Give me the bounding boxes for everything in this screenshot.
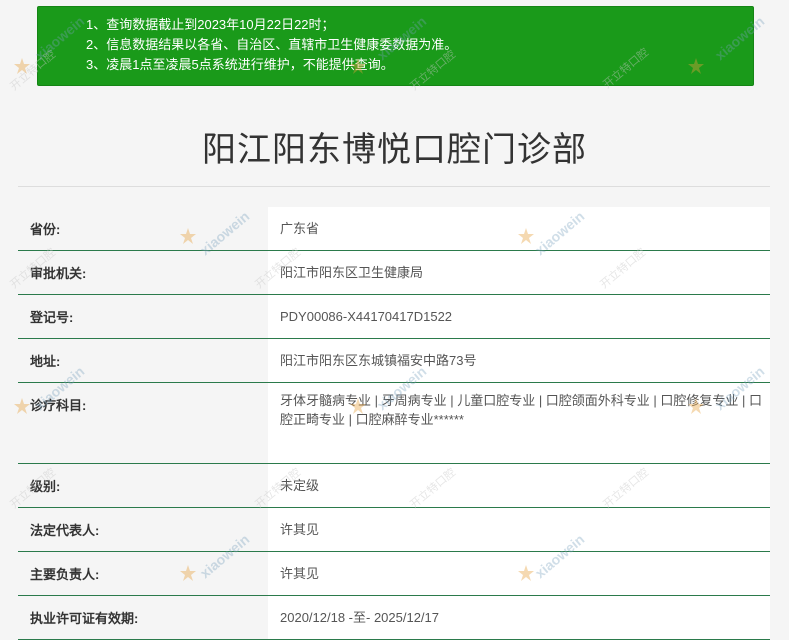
row-value-principal: 许其见 (268, 551, 770, 596)
row-value-legal-rep: 许其见 (268, 507, 770, 552)
table-row: 级别: 未定级 (18, 463, 770, 508)
notice-line: 2、信息数据结果以各省、自治区、直辖市卫生健康委数据为准。 (86, 37, 458, 52)
notice-line: 1、查询数据截止到2023年10月22日22时； (86, 17, 335, 32)
table-row: 法定代表人: 许其见 (18, 507, 770, 552)
row-value-address: 阳江市阳东区东城镇福安中路73号 (268, 338, 770, 383)
row-value-departments: 牙体牙髓病专业 | 牙周病专业 | 儿童口腔专业 | 口腔颌面外科专业 | 口腔… (268, 382, 770, 464)
row-label-level: 级别: (18, 463, 268, 508)
row-label-license-validity: 执业许可证有效期: (18, 595, 268, 640)
row-label-principal: 主要负责人: (18, 551, 268, 596)
table-row: 执业许可证有效期: 2020/12/18 -至- 2025/12/17 (18, 595, 770, 640)
row-value-level: 未定级 (268, 463, 770, 508)
table-row: 地址: 阳江市阳东区东城镇福安中路73号 (18, 338, 770, 383)
table-row: 诊疗科目: 牙体牙髓病专业 | 牙周病专业 | 儿童口腔专业 | 口腔颌面外科专… (18, 382, 770, 464)
row-value-authority: 阳江市阳东区卫生健康局 (268, 250, 770, 295)
table-row: 审批机关: 阳江市阳东区卫生健康局 (18, 250, 770, 295)
table-row: 登记号: PDY00086-X44170417D1522 (18, 294, 770, 339)
table-row: 主要负责人: 许其见 (18, 551, 770, 596)
notice-banner: 1、查询数据截止到2023年10月22日22时； 2、信息数据结果以各省、自治区… (37, 6, 754, 86)
info-table: 省份: 广东省 审批机关: 阳江市阳东区卫生健康局 登记号: PDY00086-… (18, 207, 770, 640)
row-value-province: 广东省 (268, 207, 770, 251)
row-label-province: 省份: (18, 207, 268, 251)
title-divider (18, 186, 770, 187)
watermark-logo-icon (14, 58, 30, 74)
page-title: 阳江阳东博悦口腔门诊部 (202, 130, 587, 170)
row-value-registration: PDY00086-X44170417D1522 (268, 294, 770, 339)
row-label-legal-rep: 法定代表人: (18, 507, 268, 552)
row-label-address: 地址: (18, 338, 268, 383)
row-label-authority: 审批机关: (18, 250, 268, 295)
notice-line: 3、凌晨1点至凌晨5点系统进行维护，不能提供查询。 (86, 57, 394, 72)
row-value-license-validity: 2020/12/18 -至- 2025/12/17 (268, 595, 770, 640)
row-label-departments: 诊疗科目: (18, 382, 268, 464)
table-row: 省份: 广东省 (18, 207, 770, 251)
row-label-registration: 登记号: (18, 294, 268, 339)
